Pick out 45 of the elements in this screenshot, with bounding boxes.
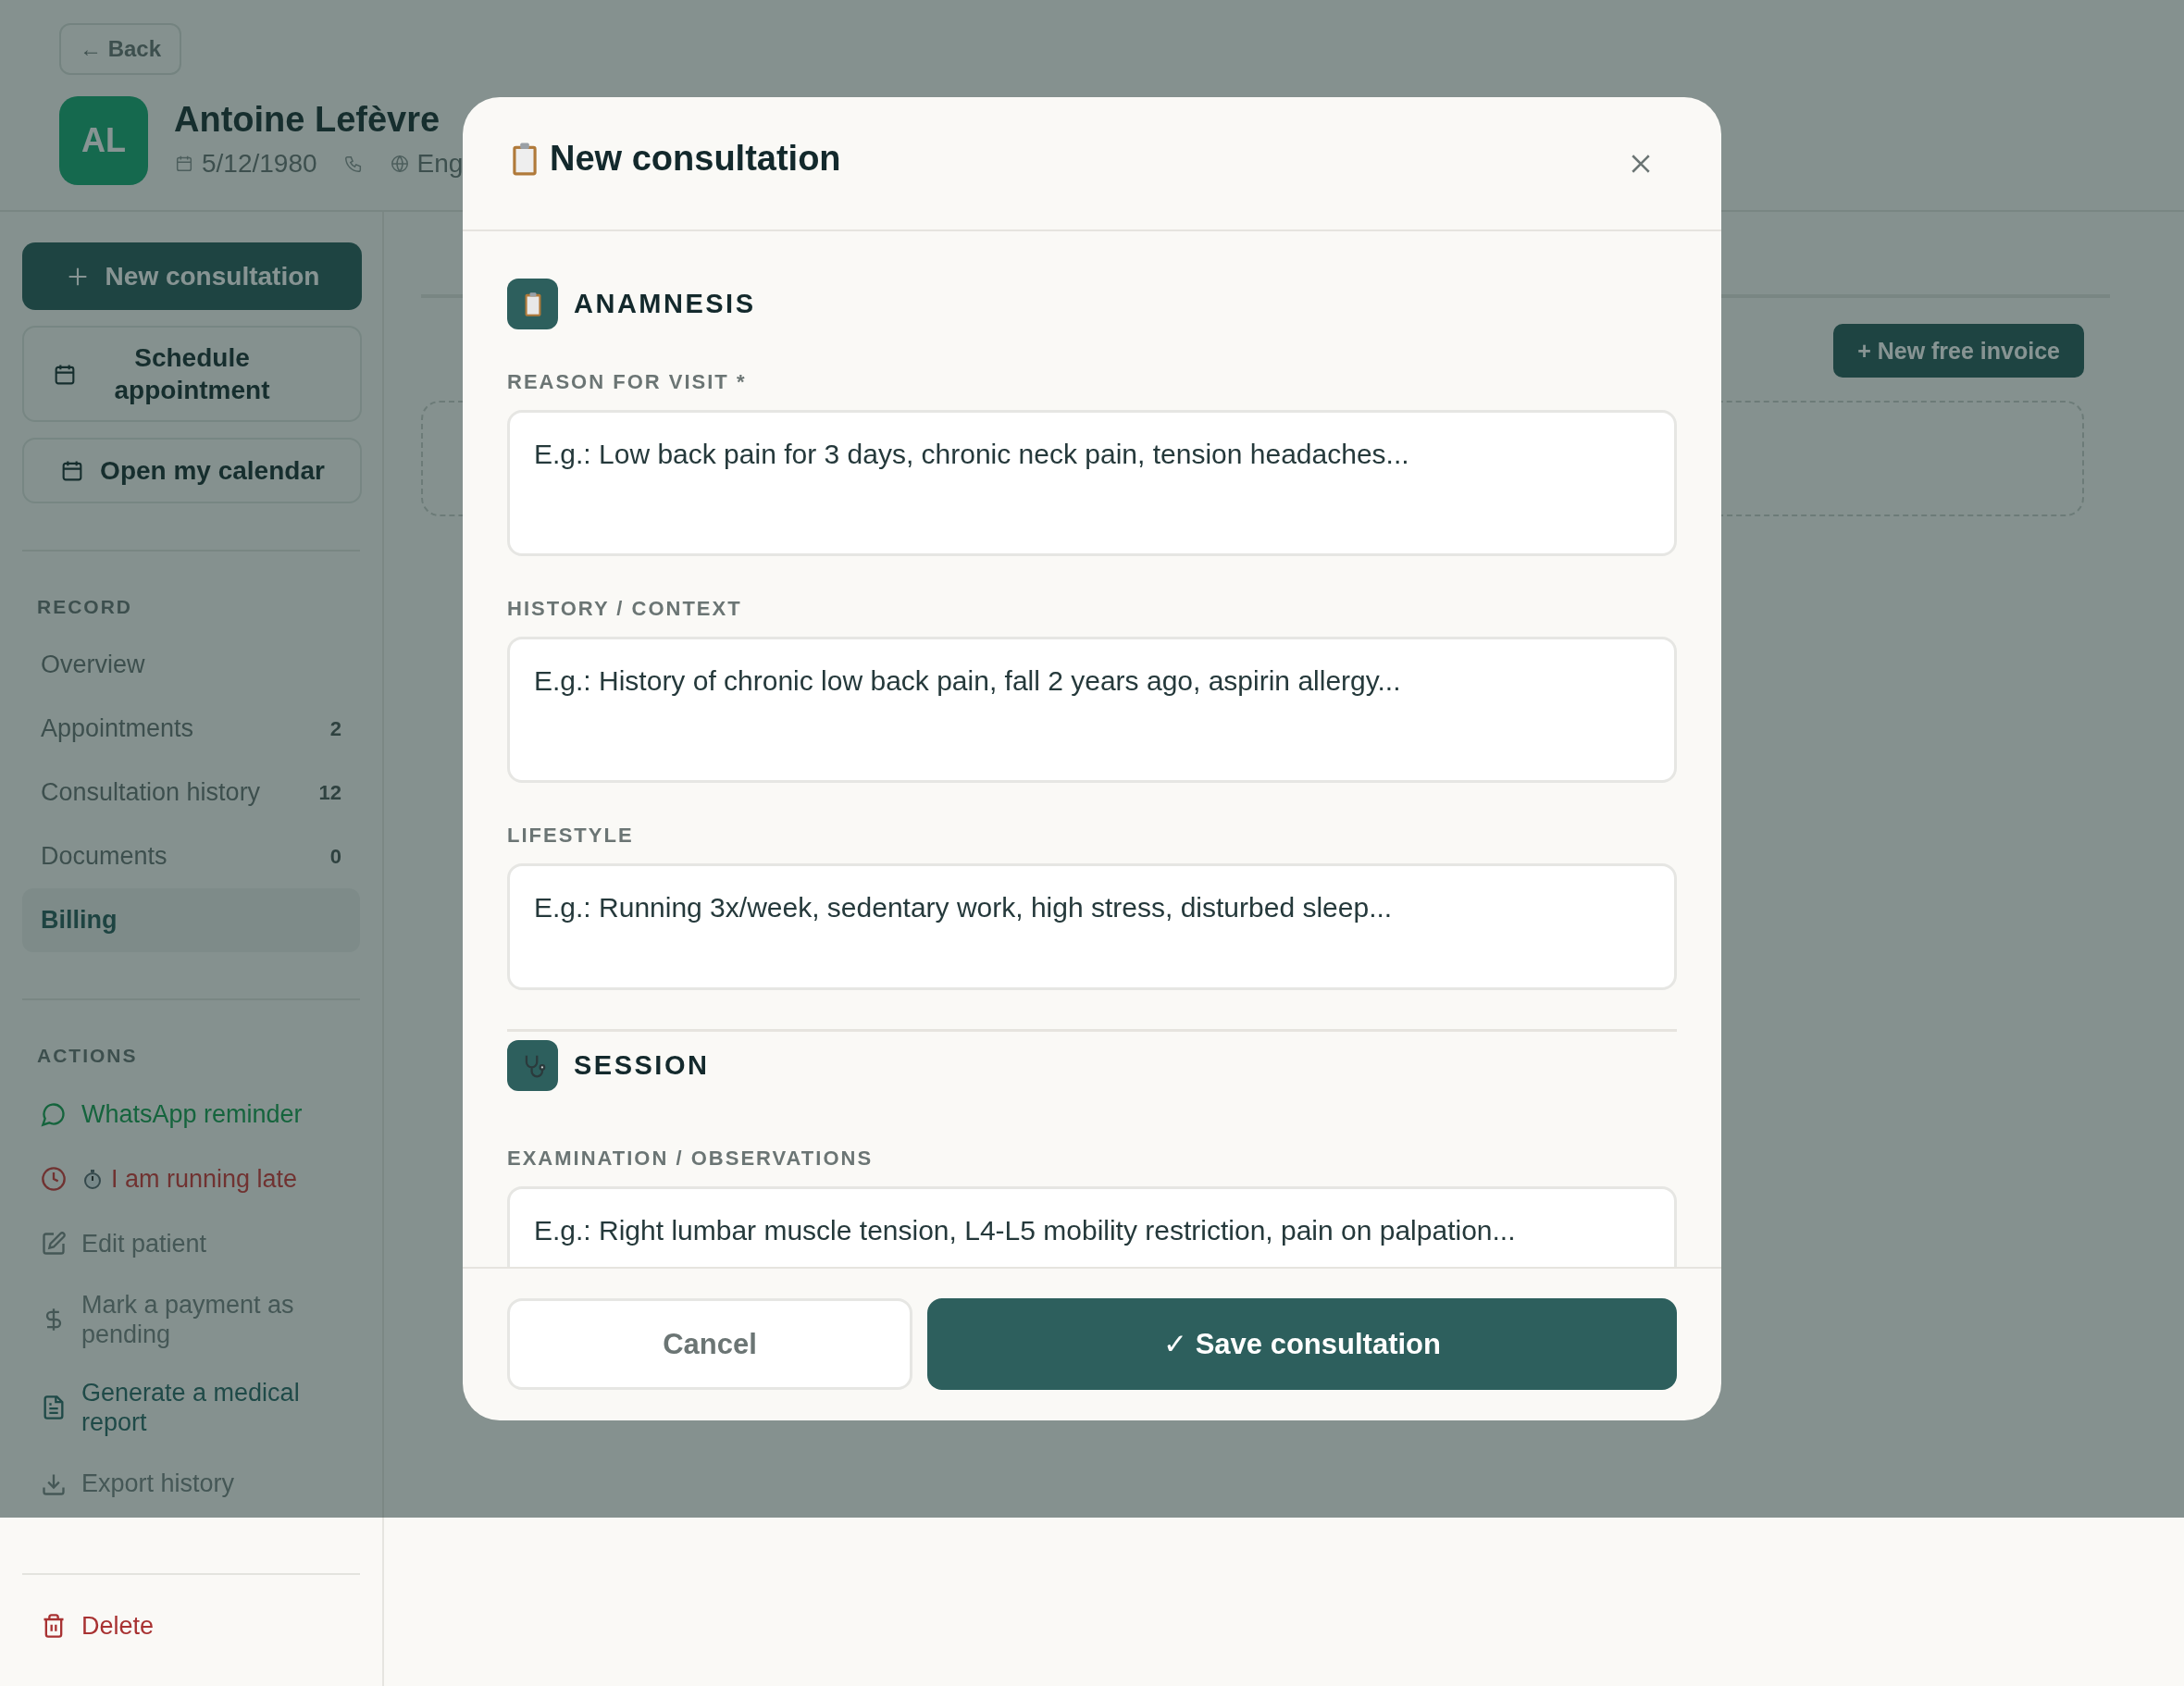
nav-item[interactable]: Documents 0 [22, 824, 360, 888]
stethoscope-icon [507, 1040, 558, 1091]
open-calendar-button[interactable]: Open my calendar [22, 438, 362, 503]
action-link[interactable]: Export history [81, 1469, 235, 1499]
nav-item[interactable]: Overview [22, 633, 360, 697]
edit-icon [41, 1231, 67, 1257]
action-link[interactable]: WhatsApp reminder [81, 1098, 303, 1130]
action-link[interactable]: Edit patient [81, 1228, 207, 1259]
text-area[interactable]: E.g.: Running 3x/week, sedentary work, high stress, disturbed sleep... [507, 863, 1677, 990]
new-invoice-button[interactable]: + New free invoice [1833, 324, 2084, 378]
delete-link[interactable]: Delete [81, 1610, 155, 1642]
save-button[interactable]: ✓ Save consultation [927, 1298, 1677, 1390]
new-consultation-button[interactable]: New consultation [22, 242, 362, 310]
phone-icon [342, 154, 364, 174]
nav-item[interactable]: Appointments 2 [22, 697, 360, 761]
avatar: AL [59, 96, 148, 185]
clipboard-icon [507, 279, 558, 329]
text-area[interactable]: E.g.: Low back pain for 3 days, chronic neck pain, tension headaches... [507, 410, 1677, 556]
section-title: SESSION [574, 1050, 710, 1081]
calendar-icon [174, 154, 194, 174]
nav-item[interactable]: Consultation history 12 [22, 761, 360, 824]
field-label: REASON FOR VISIT * [507, 370, 748, 394]
action-link[interactable]: Mark a payment as pending [81, 1290, 341, 1350]
field-label: HISTORY / CONTEXT [507, 597, 743, 621]
chat-bubble-icon [41, 1101, 67, 1127]
modal-title: New consultation [550, 139, 841, 179]
globe-icon [389, 154, 410, 174]
action-link[interactable]: I am running late [111, 1163, 298, 1195]
action-link[interactable]: Generate a medical report [81, 1377, 341, 1438]
nav-item[interactable]: Billing [22, 888, 360, 952]
birth-date: 5/12/1980 [202, 149, 317, 179]
patient-name: Antoine Lefèvre [174, 100, 441, 140]
section-heading: ACTIONS [37, 1045, 139, 1067]
text-area[interactable]: E.g.: History of chronic low back pain, fall 2 years ago, aspirin allergy... [507, 637, 1677, 783]
cancel-button[interactable]: Cancel [507, 1298, 912, 1390]
field-label: LIFESTYLE [507, 824, 635, 848]
text-area[interactable]: E.g.: Right lumbar muscle tension, L4-L5 mobility restriction, pain on palpation... [507, 1186, 1677, 1267]
back-button[interactable]: ← Back [59, 23, 182, 75]
stopwatch-icon [81, 1168, 104, 1190]
field-label: EXAMINATION / OBSERVATIONS [507, 1147, 875, 1171]
section-heading: RECORD [37, 596, 133, 618]
section-title: ANAMNESIS [574, 289, 756, 319]
clock-icon [41, 1166, 67, 1192]
language: Eng [416, 149, 464, 179]
schedule-appointment-button[interactable]: Schedule appointment [22, 326, 362, 422]
